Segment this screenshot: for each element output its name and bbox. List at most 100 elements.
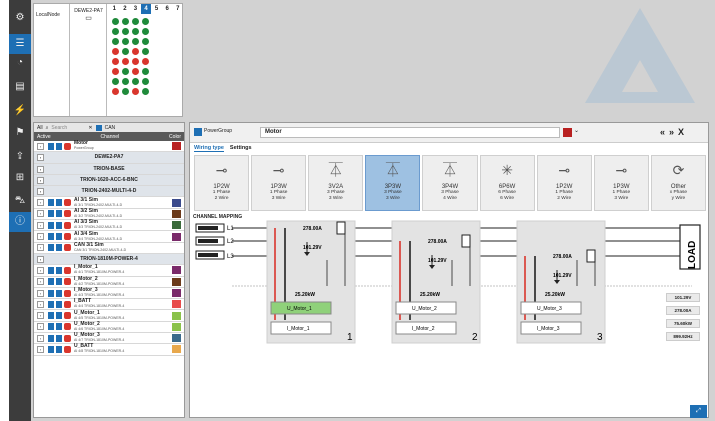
active-toggle[interactable] xyxy=(56,142,62,150)
active-toggle[interactable] xyxy=(56,312,62,320)
color-swatch[interactable] xyxy=(172,289,181,297)
settings-icon[interactable]: ⚙ xyxy=(9,8,31,28)
group-color-swatch[interactable] xyxy=(563,128,572,137)
node-name[interactable]: LocalNode xyxy=(36,12,60,18)
channel-row[interactable]: › AI 3/4 Sim AI 3/4 TRION-2402-MULTI-4-D xyxy=(34,231,184,243)
channel-row[interactable]: › U_Motor_1 AI 4/5 TRION-1810M-POWER-4 xyxy=(34,310,184,322)
active-toggle[interactable] xyxy=(56,199,62,207)
active-toggle[interactable] xyxy=(56,210,62,218)
next-button[interactable]: » xyxy=(669,127,678,137)
channel-row[interactable]: › I_Motor_3 AI 4/3 TRION-1810M-POWER-4 xyxy=(34,288,184,300)
active-toggle[interactable] xyxy=(56,266,62,274)
active-toggle[interactable] xyxy=(48,244,54,252)
expand-icon[interactable]: › xyxy=(37,278,44,286)
active-toggle[interactable] xyxy=(56,221,62,229)
hierarchy-icon[interactable]: ⊞ xyxy=(9,168,31,188)
expand-icon[interactable]: › xyxy=(37,323,44,331)
color-swatch[interactable] xyxy=(172,198,181,207)
chevron-down-icon[interactable]: ⌄ xyxy=(574,127,579,134)
active-toggle[interactable] xyxy=(48,199,54,207)
device-row[interactable]: › TRION-BASE xyxy=(34,163,184,175)
slot-2[interactable]: 2 xyxy=(120,4,131,14)
power-icon[interactable]: ⚡ xyxy=(9,101,31,121)
record-toggle[interactable] xyxy=(64,345,71,353)
record-toggle[interactable] xyxy=(64,278,71,286)
wiring-type-card[interactable]: ⏄ 3P4W 3 Phase 4 Wire xyxy=(422,155,478,211)
color-swatch[interactable] xyxy=(172,300,181,309)
active-toggle[interactable] xyxy=(48,300,54,308)
tab-wiring-type[interactable]: Wiring type xyxy=(194,145,224,152)
wiring-type-card[interactable]: ⊸ 1P2W 1 Phase 2 Wire xyxy=(536,155,592,211)
slot-7[interactable]: 7 xyxy=(172,4,183,14)
color-header[interactable]: Color xyxy=(169,134,181,140)
active-toggle[interactable] xyxy=(48,323,54,331)
can-toggle[interactable] xyxy=(95,124,102,131)
active-toggle[interactable] xyxy=(48,289,54,297)
expand-icon[interactable]: › xyxy=(37,312,44,320)
filter-select[interactable]: All xyxy=(37,125,43,131)
channel-row[interactable]: › AI 3/3 Sim AI 3/3 TRION-2402-MULTI-4-D xyxy=(34,220,184,232)
device-row[interactable]: › DEWE2-PA7 xyxy=(34,152,184,164)
channel-row[interactable]: › I_Motor_1 AI 4/1 TRION-1810M-POWER-4 xyxy=(34,265,184,277)
color-swatch[interactable] xyxy=(172,221,181,230)
active-toggle[interactable] xyxy=(56,244,62,252)
active-toggle[interactable] xyxy=(48,233,54,241)
record-toggle[interactable] xyxy=(64,312,71,320)
color-swatch[interactable] xyxy=(172,322,181,331)
device-row[interactable]: › TRION-1620-ACC-6-BNC xyxy=(34,174,184,187)
flag-icon[interactable]: ⚑ xyxy=(9,123,31,143)
expand-icon[interactable]: › xyxy=(37,244,44,252)
slot-4[interactable]: 4 xyxy=(140,4,152,14)
expand-icon[interactable]: › xyxy=(37,289,44,297)
expand-icon[interactable]: › xyxy=(37,300,44,308)
active-toggle[interactable] xyxy=(48,312,54,320)
expand-icon[interactable]: › xyxy=(37,255,44,263)
group-name-input[interactable]: Motor xyxy=(260,127,560,138)
expand-icon[interactable]: › xyxy=(37,210,44,218)
expand-icon[interactable]: › xyxy=(37,334,44,342)
measure-icon[interactable]: ◔ xyxy=(9,53,31,73)
active-toggle[interactable] xyxy=(48,210,54,218)
expand-button[interactable]: ⤢ xyxy=(690,405,707,418)
slot-5[interactable]: 5 xyxy=(151,4,162,14)
channel-row[interactable]: › I_BATT AI 4/4 TRION-1810M-POWER-4 xyxy=(34,299,184,311)
record-toggle[interactable] xyxy=(64,199,71,207)
color-swatch[interactable] xyxy=(172,244,181,252)
device-row[interactable]: › TRION-2402-MULTI-4-D xyxy=(34,186,184,198)
color-swatch[interactable] xyxy=(172,142,181,151)
channel-row[interactable]: › U_Motor_2 AI 4/6 TRION-1810M-POWER-4 xyxy=(34,321,184,334)
active-toggle[interactable] xyxy=(48,142,54,150)
tab-settings[interactable]: Settings xyxy=(230,145,252,152)
channel-row[interactable]: › Motor PowerGroup xyxy=(34,141,184,153)
expand-icon[interactable]: › xyxy=(37,266,44,274)
slot-6[interactable]: 6 xyxy=(162,4,173,14)
active-toggle[interactable] xyxy=(56,278,62,286)
color-swatch[interactable] xyxy=(172,209,181,218)
expand-icon[interactable]: › xyxy=(37,345,44,353)
wiring-type-card[interactable]: ⟳ Other x Phase y Wire xyxy=(650,155,706,211)
record-toggle[interactable] xyxy=(64,233,71,241)
record-toggle[interactable] xyxy=(64,142,71,150)
color-swatch[interactable] xyxy=(172,334,181,343)
record-toggle[interactable] xyxy=(64,334,71,342)
active-toggle[interactable] xyxy=(48,278,54,286)
wiring-type-card[interactable]: ⊸ 1P3W 1 Phase 3 Wire xyxy=(593,155,649,211)
color-swatch[interactable] xyxy=(172,266,181,275)
wiring-type-card[interactable]: ⊸ 1P3W 1 Phase 3 Wire xyxy=(251,155,307,211)
vehicle-icon[interactable]: ⛍ xyxy=(9,191,31,211)
active-toggle[interactable] xyxy=(48,266,54,274)
export-icon[interactable]: ⇪ xyxy=(9,147,31,167)
expand-icon[interactable]: › xyxy=(37,199,44,207)
active-toggle[interactable] xyxy=(56,233,62,241)
channel-row[interactable]: › AI 3/1 Sim AI 3/1 TRION-2402-MULTI-4-D xyxy=(34,197,184,209)
active-toggle[interactable] xyxy=(56,334,62,342)
record-toggle[interactable] xyxy=(64,266,71,274)
expand-icon[interactable]: › xyxy=(37,188,44,196)
active-toggle[interactable] xyxy=(48,334,54,342)
channel-row[interactable]: › AI 3/2 Sim AI 3/2 TRION-2402-MULTI-4-D xyxy=(34,208,184,221)
record-toggle[interactable] xyxy=(64,300,71,308)
record-toggle[interactable] xyxy=(64,244,71,252)
expand-icon[interactable]: › xyxy=(37,142,44,150)
record-toggle[interactable] xyxy=(64,210,71,218)
expand-icon[interactable]: › xyxy=(37,233,44,241)
